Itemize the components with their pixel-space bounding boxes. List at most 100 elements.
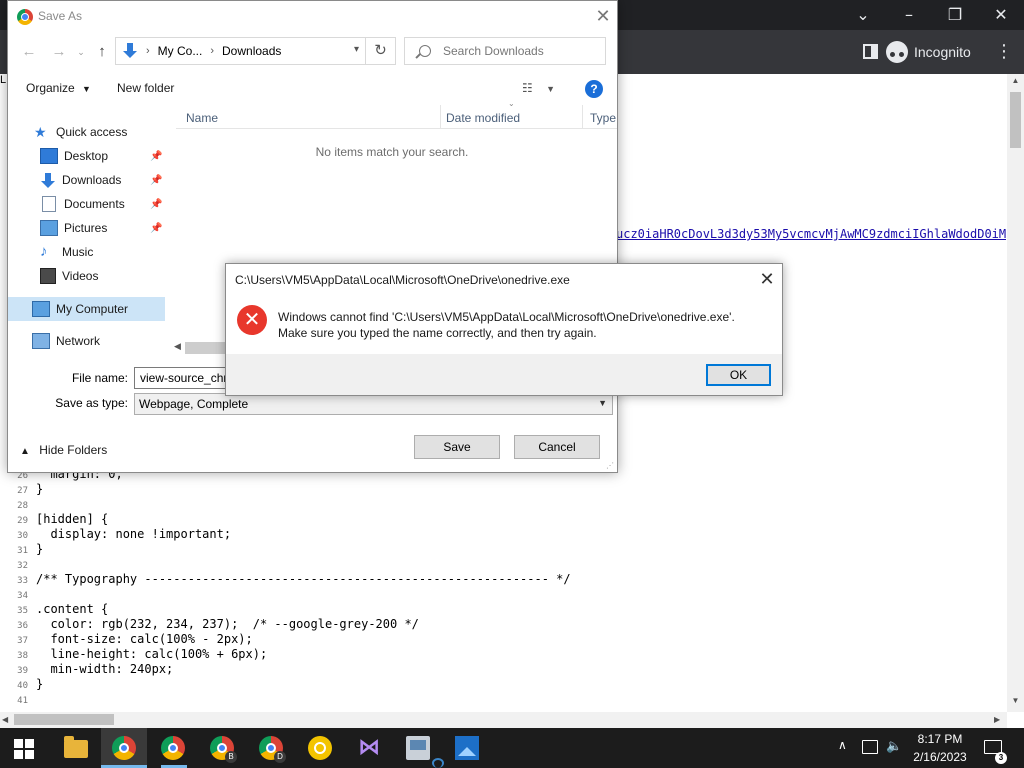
chrome-canary-icon[interactable] [308,736,332,760]
column-divider[interactable] [582,105,583,129]
pin-icon[interactable]: 📌 [150,175,162,186]
column-divider[interactable] [440,105,441,129]
horizontal-scrollbar[interactable] [0,712,1007,728]
save-as-type-select[interactable]: Webpage, Complete ▼ [134,393,613,415]
code-text: [hidden] { [36,512,109,526]
scroll-right-arrow-icon[interactable]: ▶ [994,712,1004,728]
forward-arrow-icon[interactable]: → [48,41,70,63]
chrome-beta-icon[interactable]: B [210,736,237,763]
nav-item-my-computer[interactable]: My Computer [32,298,128,320]
search-input[interactable]: Search Downloads [404,37,606,65]
pin-icon[interactable]: 📌 [150,223,162,234]
photos-icon[interactable] [455,736,479,760]
file-list-scroll-thumb[interactable] [185,342,229,354]
column-header-name[interactable]: Name [186,111,218,125]
file-name-input[interactable]: view-source_chr [134,367,230,389]
clock-date[interactable]: 2/16/2023 [908,750,972,764]
nav-item-label: Quick access [56,125,128,139]
organize-button[interactable]: Organize ▼ [26,81,91,95]
windows-start-icon[interactable] [14,739,34,759]
nav-item-documents[interactable]: Documents 📌 [40,193,168,215]
sort-indicator-icon: ⌄ [508,99,515,108]
search-icon [419,45,431,57]
minimize-button[interactable]: – [886,0,932,30]
nav-item-network[interactable]: Network [32,330,100,352]
save-button[interactable]: Save [414,435,500,459]
code-line: 41 [0,692,1000,707]
file-name-label: File name: [71,371,128,385]
breadcrumb-item[interactable]: My Co... [158,44,203,58]
incognito-indicator[interactable]: Incognito [886,38,986,66]
help-icon[interactable]: ? [585,80,603,98]
close-icon[interactable]: ✕ [756,268,778,290]
downloads-folder-icon [122,43,138,59]
visual-studio-icon[interactable]: ⋈ [357,736,381,760]
code-line: 35 .content { [0,602,1000,617]
source-link[interactable]: ucz0iaHR0cDovL3d3dy53My5vcmcvMjAwMC9zdmc… [616,227,1007,243]
chrome-icon[interactable] [161,736,185,760]
network-status-icon[interactable] [862,740,878,754]
scroll-left-arrow-icon[interactable]: ◀ [2,712,12,728]
recent-locations-chevron-icon[interactable]: ⌄ [74,41,88,63]
empty-message: No items match your search. [315,145,469,159]
nav-item-pictures[interactable]: Pictures 📌 [40,217,168,239]
chrome-icon[interactable] [112,736,136,760]
side-panel-icon[interactable] [863,44,878,59]
view-options-button[interactable]: ☷ ▼ [522,81,562,97]
address-bar[interactable]: › My Co... › Downloads ▾ [115,37,366,65]
vertical-scrollbar[interactable] [1007,74,1024,712]
code-text: line-height: calc(100% + 6px); [36,647,268,661]
scroll-up-arrow-icon[interactable]: ▲ [1007,76,1024,88]
refresh-icon[interactable]: ↻ [366,37,396,65]
hide-folders-toggle[interactable]: ▲ Hide Folders [20,443,107,457]
chevron-down-icon: ▼ [546,84,556,94]
chrome-menu-icon[interactable]: ⋮ [995,40,1013,62]
breadcrumb-chevron-icon: › [146,45,150,57]
ok-button[interactable]: OK [706,364,771,386]
code-text: } [36,542,44,556]
nav-item-quick-access[interactable]: ★ Quick access [34,121,127,143]
nav-item-music[interactable]: ♪ Music [40,241,93,263]
up-arrow-icon[interactable]: ↑ [92,41,112,63]
address-dropdown-icon[interactable]: ▾ [354,44,359,55]
back-arrow-icon[interactable]: ← [18,41,40,63]
column-header-type[interactable]: Type [590,111,616,125]
nav-item-desktop[interactable]: Desktop 📌 [40,145,168,167]
show-hidden-icons-chevron-icon[interactable]: ∧ [838,738,847,752]
clock-time[interactable]: 8:17 PM [908,732,972,746]
close-icon[interactable]: ✕ [592,5,614,27]
nav-item-label: Network [56,334,101,348]
network-icon [32,333,50,349]
hide-folders-label: Hide Folders [39,443,108,457]
horizontal-scroll-thumb[interactable] [14,714,114,725]
breadcrumb-item[interactable]: Downloads [222,44,281,58]
scroll-left-arrow-icon[interactable]: ◀ [174,341,181,352]
restore-button[interactable]: ❐ [932,0,978,30]
close-window-button[interactable]: ✕ [978,0,1024,30]
scroll-down-arrow-icon[interactable]: ▼ [1007,696,1024,708]
nav-item-videos[interactable]: Videos [40,265,98,287]
tab-search-chevron-icon[interactable]: ⌄ [840,0,886,30]
code-line: 29 [hidden] { [0,512,1000,527]
pin-icon[interactable]: 📌 [150,151,162,162]
nav-item-label: My Computer [56,302,129,316]
resize-grip-icon[interactable]: ⋰ [606,461,616,471]
remote-desktop-icon[interactable] [406,736,430,760]
code-line: 34 [0,587,1000,602]
column-header-date-modified[interactable]: Date modified [446,111,520,125]
new-folder-button[interactable]: New folder [117,81,174,95]
chrome-logo-icon [17,9,33,25]
file-list-header: Name Date modified Type [176,105,617,129]
pin-icon[interactable]: 📌 [150,199,162,210]
star-icon: ★ [34,124,47,140]
vertical-scroll-thumb[interactable] [1010,92,1021,148]
volume-icon[interactable]: 🔈 [886,738,902,754]
nav-item-downloads[interactable]: Downloads 📌 [40,169,168,191]
chrome-dev-icon[interactable]: D [259,736,286,763]
cancel-button[interactable]: Cancel [514,435,600,459]
file-explorer-icon[interactable] [64,736,88,758]
error-icon: ✕ [237,305,267,335]
save-as-dialog: Save As ✕ ← → ⌄ ↑ › My Co... › Downloads… [7,0,618,473]
error-dialog-footer [226,354,782,395]
chevron-down-icon: ▼ [82,84,91,94]
